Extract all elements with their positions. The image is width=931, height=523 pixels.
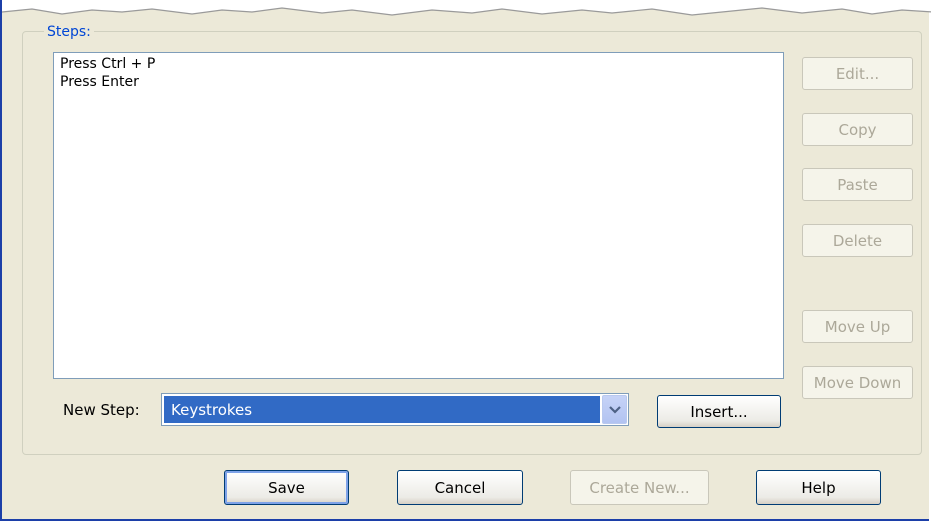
- dropdown-button[interactable]: [602, 395, 627, 424]
- chevron-down-icon: [608, 406, 621, 414]
- new-step-selected-value[interactable]: Keystrokes: [164, 396, 600, 423]
- new-step-dropdown[interactable]: Keystrokes: [161, 393, 629, 426]
- edit-button[interactable]: Edit...: [802, 57, 913, 90]
- cancel-button[interactable]: Cancel: [397, 470, 523, 505]
- help-button[interactable]: Help: [756, 470, 881, 505]
- insert-button[interactable]: Insert...: [657, 395, 781, 428]
- delete-button[interactable]: Delete: [802, 224, 913, 257]
- torn-edge: [2, 0, 931, 16]
- paste-button[interactable]: Paste: [802, 168, 913, 201]
- copy-button[interactable]: Copy: [802, 113, 913, 146]
- steps-group-legend: Steps:: [44, 24, 94, 40]
- dialog-window: Steps: Press Ctrl + P Press Enter Edit..…: [0, 0, 931, 521]
- save-button[interactable]: Save: [224, 470, 349, 505]
- move-down-button[interactable]: Move Down: [802, 366, 913, 399]
- step-list-item[interactable]: Press Enter: [60, 73, 777, 91]
- move-up-button[interactable]: Move Up: [802, 310, 913, 343]
- create-new-button[interactable]: Create New...: [570, 470, 709, 505]
- step-list-item[interactable]: Press Ctrl + P: [60, 55, 777, 73]
- new-step-label: New Step:: [63, 401, 140, 419]
- steps-listbox[interactable]: Press Ctrl + P Press Enter: [53, 52, 784, 379]
